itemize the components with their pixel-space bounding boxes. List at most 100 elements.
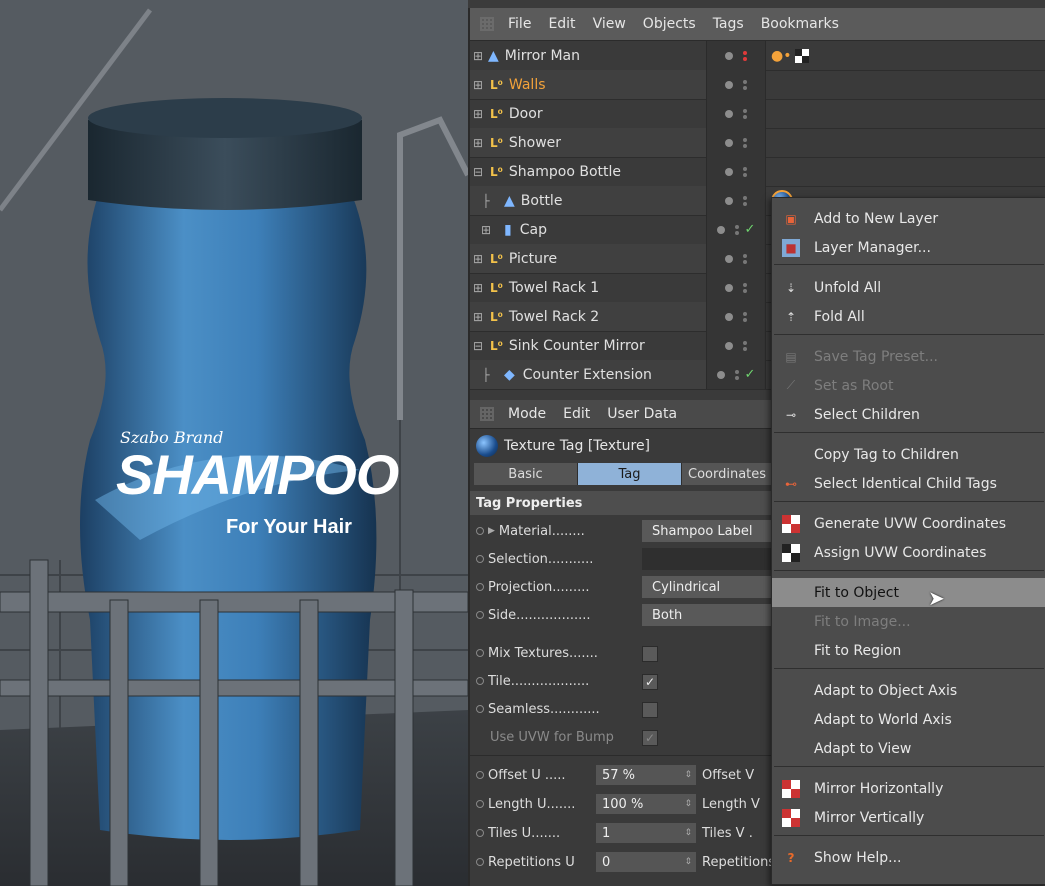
mix-textures-checkbox[interactable] [642,646,658,662]
render-dot-icon[interactable] [725,341,733,350]
render-dot-icon[interactable] [725,109,733,118]
check-icon[interactable]: ✓ [745,222,756,237]
tab-basic[interactable]: Basic [474,463,578,485]
expand-icon[interactable]: ⊞ [470,107,486,121]
animate-dot-icon[interactable] [476,527,484,535]
render-dot-icon[interactable] [725,167,733,176]
selection-field[interactable] [642,548,780,570]
menu-edit[interactable]: Edit [563,406,590,422]
animate-dot-icon[interactable] [476,829,484,837]
seamless-checkbox[interactable] [642,702,658,718]
object-name[interactable]: Shower [509,135,561,151]
expand-icon[interactable]: ⊞ [470,49,486,63]
projection-dropdown[interactable]: Cylindrical [642,576,780,598]
animate-dot-icon[interactable] [476,771,484,779]
side-dropdown[interactable]: Both [642,604,780,626]
menu-item-assign-uvw[interactable]: Assign UVW Coordinates [772,538,1045,567]
menu-item-fit-to-image[interactable]: Fit to Image... [772,607,1045,636]
object-name[interactable]: Door [509,106,543,122]
menu-user-data[interactable]: User Data [607,406,677,422]
object-row[interactable]: ⊞ L⁰ Door [470,99,1045,129]
object-row[interactable]: ⊞ L⁰ Walls [470,70,1045,100]
menu-item-mirror-vertically[interactable]: Mirror Vertically [772,803,1045,832]
visibility-dots-icon[interactable] [743,253,747,264]
menu-item-fit-to-region[interactable]: Fit to Region [772,636,1045,665]
object-name[interactable]: Walls [509,77,546,93]
menu-item-adapt-to-world-axis[interactable]: Adapt to World Axis [772,705,1045,734]
stepper-arrows-icon[interactable]: ⇕ [684,828,692,838]
expand-icon[interactable]: ⊞ [470,136,486,150]
collapse-icon[interactable]: ⊟ [470,165,486,179]
repetitions-u-input[interactable]: 0 ⇕ [596,852,696,872]
menu-item-select-identical-child-tags[interactable]: ⊷ Select Identical Child Tags [772,469,1045,498]
object-name[interactable]: Towel Rack 2 [509,309,599,325]
visibility-dots-icon[interactable] [743,166,747,177]
material-tag-icon[interactable]: ●• [771,48,791,64]
menu-item-add-to-new-layer[interactable]: ▣ Add to New Layer [772,204,1045,233]
object-name[interactable]: Mirror Man [505,48,580,64]
expand-icon[interactable]: ⊞ [470,281,486,295]
animate-dot-icon[interactable] [476,611,484,619]
object-name[interactable]: Bottle [521,193,563,209]
object-name[interactable]: Shampoo Bottle [509,164,621,180]
menu-item-fit-to-object[interactable]: Fit to Object ➤ [772,578,1045,610]
3d-viewport[interactable]: Szabo Brand SHAMPOO For Your Hair [0,0,468,886]
menu-file[interactable]: File [508,16,531,32]
object-name[interactable]: Towel Rack 1 [509,280,599,296]
collapse-icon[interactable]: ⊟ [470,339,486,353]
menu-item-mirror-horizontally[interactable]: Mirror Horizontally [772,774,1045,803]
tab-coordinates[interactable]: Coordinates [682,463,779,485]
visibility-dots-icon[interactable] [743,195,747,206]
menu-tags[interactable]: Tags [713,16,744,32]
menu-item-adapt-to-view[interactable]: Adapt to View [772,734,1045,763]
menu-item-unfold-all[interactable]: ⇣ Unfold All [772,273,1045,302]
visibility-dots-icon[interactable] [743,50,747,61]
menu-edit[interactable]: Edit [548,16,575,32]
object-row[interactable]: ⊞ L⁰ Shower [470,128,1045,158]
render-dot-icon[interactable] [725,254,733,263]
visibility-dots-icon[interactable] [734,369,739,380]
expand-icon[interactable]: ⊞ [470,252,486,266]
render-dot-icon[interactable] [725,51,733,60]
render-dot-icon[interactable] [725,138,733,147]
animate-dot-icon[interactable] [476,649,484,657]
panel-grip-icon[interactable] [480,407,494,421]
animate-dot-icon[interactable] [476,705,484,713]
object-name[interactable]: Sink Counter Mirror [509,338,645,354]
object-row[interactable]: ⊞ ▲ Mirror Man ●• [470,41,1045,71]
visibility-dots-icon[interactable] [743,79,747,90]
render-dot-icon[interactable] [716,225,725,234]
menu-item-generate-uvw[interactable]: Generate UVW Coordinates [772,509,1045,538]
menu-item-select-children[interactable]: ⊸ Select Children [772,400,1045,429]
animate-dot-icon[interactable] [476,555,484,563]
expand-icon[interactable]: ⊞ [470,223,502,237]
animate-dot-icon[interactable] [476,800,484,808]
visibility-dots-icon[interactable] [743,340,747,351]
expand-icon[interactable]: ⊞ [470,78,486,92]
render-dot-icon[interactable] [725,196,733,205]
stepper-arrows-icon[interactable]: ⇕ [684,799,692,809]
menu-view[interactable]: View [593,16,626,32]
object-name[interactable]: Cap [520,222,547,238]
menu-objects[interactable]: Objects [643,16,696,32]
animate-dot-icon[interactable] [476,583,484,591]
tile-checkbox[interactable]: ✓ [642,674,658,690]
tiles-u-input[interactable]: 1 ⇕ [596,823,696,843]
visibility-dots-icon[interactable] [743,108,747,119]
length-u-input[interactable]: 100 % ⇕ [596,794,696,814]
expand-arrow-icon[interactable]: ▶ [488,526,495,536]
visibility-dots-icon[interactable] [743,137,747,148]
menu-item-set-as-root[interactable]: ⟋ Set as Root [772,371,1045,400]
menu-item-layer-manager[interactable]: ■ Layer Manager... [772,233,1045,262]
menu-item-show-help[interactable]: ? Show Help... [772,843,1045,872]
menu-item-adapt-to-object-axis[interactable]: Adapt to Object Axis [772,676,1045,705]
material-link-field[interactable]: Shampoo Label [642,520,780,542]
render-dot-icon[interactable] [725,312,733,321]
menu-bookmarks[interactable]: Bookmarks [761,16,839,32]
checker-tag-icon[interactable] [795,48,810,63]
object-name[interactable]: Picture [509,251,557,267]
object-row[interactable]: ⊟ L⁰ Shampoo Bottle [470,157,1045,187]
expand-icon[interactable]: ⊞ [470,310,486,324]
stepper-arrows-icon[interactable]: ⇕ [684,857,692,867]
visibility-dots-icon[interactable] [743,311,747,322]
